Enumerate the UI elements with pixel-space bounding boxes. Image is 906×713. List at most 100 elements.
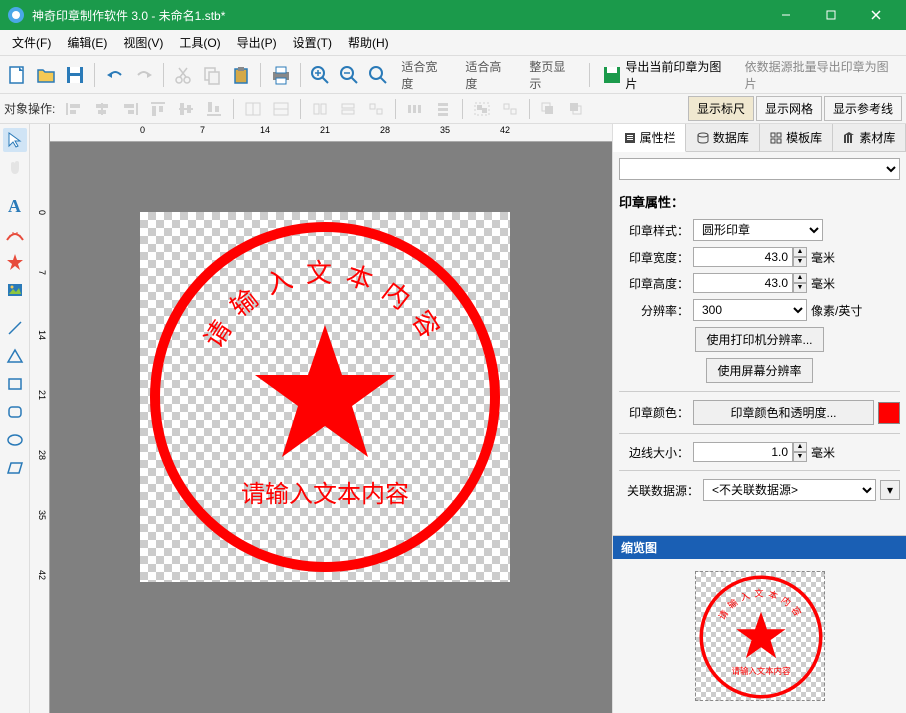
height-input[interactable]	[693, 273, 793, 293]
right-panel: 属性栏 数据库 模板库 素材库 印章属性： 印章样式： 圆形印章 印章宽度： ▲…	[612, 124, 906, 713]
main-toolbar: 适合宽度 适合高度 整页显示 导出当前印章为图片 依数据源批量导出印章为图片	[0, 56, 906, 94]
paste-icon[interactable]	[227, 61, 254, 89]
height-spin-up[interactable]: ▲	[793, 273, 807, 283]
tab-properties[interactable]: 属性栏	[613, 124, 686, 152]
tab-assets[interactable]: 素材库	[833, 124, 906, 151]
print-icon[interactable]	[267, 61, 294, 89]
ellipse-tool-icon[interactable]	[3, 428, 27, 452]
menu-export[interactable]: 导出(P)	[229, 30, 285, 55]
dist-h-icon[interactable]	[402, 98, 428, 120]
fit-width-button[interactable]: 适合宽度	[393, 54, 455, 96]
star-tool-icon[interactable]	[3, 250, 27, 274]
datasource-select[interactable]: <不关联数据源>	[703, 479, 876, 501]
dpi-label: 分辨率：	[619, 302, 689, 319]
menu-settings[interactable]: 设置(T)	[285, 30, 340, 55]
same-width-icon[interactable]	[307, 98, 333, 120]
color-label: 印章颜色：	[619, 404, 689, 421]
menu-tools[interactable]: 工具(O)	[171, 30, 228, 55]
group-icon[interactable]	[469, 98, 495, 120]
left-tool-panel: A	[0, 124, 30, 713]
show-guides-toggle[interactable]: 显示参考线	[824, 96, 902, 121]
align-hcenter-icon[interactable]	[89, 98, 115, 120]
show-ruler-toggle[interactable]: 显示标尺	[688, 96, 754, 121]
center-v-icon[interactable]	[268, 98, 294, 120]
align-right-icon[interactable]	[117, 98, 143, 120]
whole-page-button[interactable]: 整页显示	[521, 54, 583, 96]
border-spin-down[interactable]: ▼	[793, 452, 807, 462]
send-back-icon[interactable]	[564, 98, 590, 120]
menu-file[interactable]: 文件(F)	[4, 30, 59, 55]
align-vcenter-icon[interactable]	[173, 98, 199, 120]
bring-front-icon[interactable]	[536, 98, 562, 120]
new-file-icon[interactable]	[4, 61, 31, 89]
ruler-horizontal: 0 7 14 21 28 35 42	[50, 124, 612, 142]
align-left-icon[interactable]	[61, 98, 87, 120]
rectangle-tool-icon[interactable]	[3, 372, 27, 396]
parallelogram-tool-icon[interactable]	[3, 456, 27, 480]
menu-bar: 文件(F) 编辑(E) 视图(V) 工具(O) 导出(P) 设置(T) 帮助(H…	[0, 30, 906, 56]
color-settings-button[interactable]: 印章颜色和透明度...	[693, 400, 874, 425]
same-size-icon[interactable]	[363, 98, 389, 120]
text-tool-icon[interactable]: A	[3, 194, 27, 218]
align-top-icon[interactable]	[145, 98, 171, 120]
export-current-button[interactable]: 导出当前印章为图片	[596, 56, 734, 94]
style-label: 印章样式：	[619, 222, 689, 239]
ruler-vertical: 0 7 14 21 28 35 42	[30, 124, 50, 713]
tab-database[interactable]: 数据库	[686, 124, 759, 151]
stamp-canvas[interactable]: 请输入文本内容 请输入文本内容	[140, 212, 510, 582]
arc-text-tool-icon[interactable]	[3, 222, 27, 246]
triangle-tool-icon[interactable]	[3, 344, 27, 368]
width-spin-down[interactable]: ▼	[793, 257, 807, 267]
menu-view[interactable]: 视图(V)	[115, 30, 171, 55]
datasource-label: 关联数据源：	[619, 482, 699, 499]
width-label: 印章宽度：	[619, 249, 689, 266]
width-input[interactable]	[693, 247, 793, 267]
use-screen-dpi-button[interactable]: 使用屏幕分辨率	[706, 358, 812, 383]
dpi-select[interactable]: 300	[693, 299, 807, 321]
pointer-tool-icon[interactable]	[3, 128, 27, 152]
properties-title: 印章属性：	[619, 192, 900, 211]
undo-icon[interactable]	[101, 61, 128, 89]
object-selector-dropdown[interactable]	[619, 158, 900, 180]
object-toolbar: 对象操作: 显示标尺 显示网格 显示参考线	[0, 94, 906, 124]
menu-help[interactable]: 帮助(H)	[340, 30, 397, 55]
minimize-button[interactable]	[763, 0, 808, 30]
export-batch-button[interactable]: 依数据源批量导出印章为图片	[737, 54, 902, 96]
redo-icon[interactable]	[130, 61, 157, 89]
width-spin-up[interactable]: ▲	[793, 247, 807, 257]
center-h-icon[interactable]	[240, 98, 266, 120]
zoom-in-icon[interactable]	[307, 61, 334, 89]
svg-text:请输入文本内容: 请输入文本内容	[241, 481, 409, 508]
menu-edit[interactable]: 编辑(E)	[59, 30, 115, 55]
datasource-more-button[interactable]: ▾	[880, 480, 900, 500]
border-input[interactable]	[693, 442, 793, 462]
tab-templates[interactable]: 模板库	[760, 124, 833, 151]
zoom-out-icon[interactable]	[336, 61, 363, 89]
open-file-icon[interactable]	[33, 61, 60, 89]
fit-height-button[interactable]: 适合高度	[457, 54, 519, 96]
show-grid-toggle[interactable]: 显示网格	[756, 96, 822, 121]
align-bottom-icon[interactable]	[201, 98, 227, 120]
save-image-icon	[602, 65, 621, 85]
ungroup-icon[interactable]	[497, 98, 523, 120]
cut-icon[interactable]	[170, 61, 197, 89]
maximize-button[interactable]	[808, 0, 853, 30]
copy-icon[interactable]	[199, 61, 226, 89]
thumbnail-preview: 请输入文本内容 请输入文本内容	[695, 571, 825, 701]
hand-tool-icon[interactable]	[3, 156, 27, 180]
height-spin-down[interactable]: ▼	[793, 283, 807, 293]
rounded-rect-tool-icon[interactable]	[3, 400, 27, 424]
close-button[interactable]	[853, 0, 898, 30]
image-tool-icon[interactable]	[3, 278, 27, 302]
use-printer-dpi-button[interactable]: 使用打印机分辨率...	[695, 327, 823, 352]
line-tool-icon[interactable]	[3, 316, 27, 340]
window-title: 神奇印章制作软件 3.0 - 未命名1.stb*	[32, 7, 763, 24]
canvas-area: 0 7 14 21 28 35 42 0 7 14 21 28 35 42	[30, 124, 612, 713]
same-height-icon[interactable]	[335, 98, 361, 120]
border-spin-up[interactable]: ▲	[793, 442, 807, 452]
zoom-fit-icon[interactable]	[365, 61, 392, 89]
color-swatch[interactable]	[878, 402, 900, 424]
stamp-style-select[interactable]: 圆形印章	[693, 219, 823, 241]
save-file-icon[interactable]	[62, 61, 89, 89]
dist-v-icon[interactable]	[430, 98, 456, 120]
